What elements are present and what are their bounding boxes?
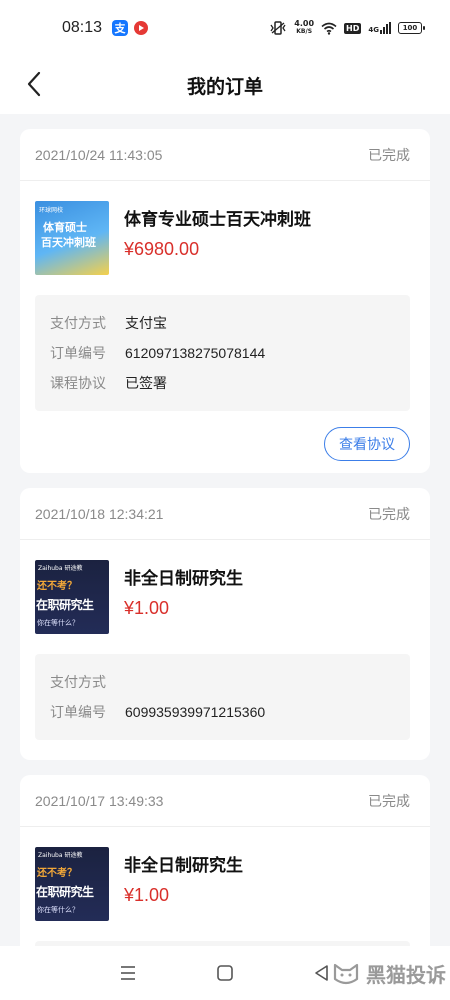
order-details: 支付方式 订单编号 609935939971215360 bbox=[35, 654, 410, 740]
watermark-text: 黑猫投诉 bbox=[366, 963, 446, 987]
back-button[interactable] bbox=[16, 66, 52, 102]
net-speed-unit: KB/S bbox=[296, 28, 313, 35]
order-list[interactable]: 2021/10/24 11:43:05 已完成 环球网校 体育硕士 百天冲刺班 … bbox=[0, 114, 450, 946]
thumbnail-title-line2: 百天冲刺班 bbox=[41, 236, 96, 249]
home-key[interactable] bbox=[213, 961, 237, 985]
detail-row: 订单编号 609935939971215360 bbox=[50, 697, 395, 727]
detail-value: 612097138275078144 bbox=[125, 345, 266, 361]
wifi-icon bbox=[321, 22, 337, 35]
detail-row: 支付方式 bbox=[50, 667, 395, 697]
order-status: 已完成 bbox=[368, 147, 410, 164]
thumbnail-title-line1: 体育硕士 bbox=[43, 221, 87, 234]
order-date: 2021/10/24 11:43:05 bbox=[35, 146, 163, 163]
product-name: 体育专业硕士百天冲刺班 bbox=[124, 210, 311, 230]
thumbnail-main-text: 在职研究生 bbox=[36, 885, 94, 899]
order-header: 2021/10/18 12:34:21 已完成 bbox=[20, 488, 430, 540]
thumbnail-sub-text: 你在等什么？ bbox=[37, 906, 79, 914]
vibrate-icon bbox=[270, 21, 286, 35]
thumbnail-logo: Zaihuba 研途教 bbox=[38, 565, 83, 572]
network-type: 4G bbox=[368, 26, 379, 34]
order-card[interactable]: 2021/10/24 11:43:05 已完成 环球网校 体育硕士 百天冲刺班 … bbox=[20, 129, 430, 473]
order-header: 2021/10/17 13:49:33 已完成 bbox=[20, 775, 430, 827]
order-actions: 查看协议 bbox=[35, 427, 410, 461]
nav-bar: 我的订单 bbox=[0, 56, 450, 114]
product-info: 非全日制研究生 ¥1.00 bbox=[124, 847, 243, 906]
product-row[interactable]: 环球网校 体育硕士 百天冲刺班 体育专业硕士百天冲刺班 ¥6980.00 bbox=[35, 201, 410, 275]
net-speed: 4.00 KB/S bbox=[294, 20, 314, 36]
status-time: 08:13 bbox=[62, 19, 103, 36]
alipay-icon: 支 bbox=[112, 20, 129, 36]
detail-label: 课程协议 bbox=[50, 376, 106, 392]
order-date: 2021/10/17 13:49:33 bbox=[35, 792, 164, 809]
detail-value: 609935939971215360 bbox=[125, 704, 266, 720]
watermark: 黑猫投诉 bbox=[332, 959, 446, 988]
product-info: 体育专业硕士百天冲刺班 ¥6980.00 bbox=[124, 201, 311, 260]
thumbnail-question: 还不考？ bbox=[37, 868, 77, 879]
thumbnail-logo: 环球网校 bbox=[39, 207, 64, 214]
course-thumbnail: Zaihuba 研途教 还不考？ 在职研究生 你在等什么？ bbox=[35, 847, 109, 921]
home-square-icon bbox=[217, 965, 233, 981]
notification-icons: 支 bbox=[112, 20, 149, 36]
battery-icon: 100 bbox=[398, 22, 425, 34]
detail-value: 已签署 bbox=[125, 375, 167, 391]
cellular-signal: 4G bbox=[368, 22, 391, 34]
order-card[interactable]: 2021/10/17 13:49:33 已完成 Zaihuba 研途教 还不考？… bbox=[20, 775, 430, 946]
product-row[interactable]: Zaihuba 研途教 还不考？ 在职研究生 你在等什么？ 非全日制研究生 ¥1… bbox=[35, 847, 410, 921]
record-icon bbox=[134, 21, 149, 35]
back-key[interactable] bbox=[310, 961, 334, 985]
detail-row: 课程协议 已签署 bbox=[50, 368, 395, 398]
course-thumbnail: Zaihuba 研途教 还不考？ 在职研究生 你在等什么？ bbox=[35, 560, 109, 634]
product-row[interactable]: Zaihuba 研途教 还不考？ 在职研究生 你在等什么？ 非全日制研究生 ¥1… bbox=[35, 560, 410, 634]
status-bar: 08:13 支 4.00 KB/S HD 4G 100 bbox=[0, 0, 450, 56]
detail-value: 支付宝 bbox=[125, 315, 167, 331]
order-body: 环球网校 体育硕士 百天冲刺班 体育专业硕士百天冲刺班 ¥6980.00 支付方… bbox=[20, 181, 430, 473]
signal-bars-icon bbox=[380, 22, 391, 34]
detail-label: 支付方式 bbox=[50, 316, 106, 332]
view-agreement-button[interactable]: 查看协议 bbox=[324, 427, 410, 461]
product-price: ¥6980.00 bbox=[124, 239, 200, 259]
menu-key[interactable] bbox=[116, 961, 140, 985]
detail-row: 订单编号 612097138275078144 bbox=[50, 338, 395, 368]
order-date: 2021/10/18 12:34:21 bbox=[35, 505, 164, 522]
cat-logo-icon bbox=[333, 963, 359, 984]
product-info: 非全日制研究生 ¥1.00 bbox=[124, 560, 243, 619]
detail-label: 订单编号 bbox=[50, 705, 106, 721]
hd-badge: HD bbox=[344, 22, 362, 34]
order-body: Zaihuba 研途教 还不考？ 在职研究生 你在等什么？ 非全日制研究生 ¥1… bbox=[20, 540, 430, 760]
order-header: 2021/10/24 11:43:05 已完成 bbox=[20, 129, 430, 181]
thumbnail-logo: Zaihuba 研途教 bbox=[38, 852, 83, 859]
status-indicators: 4.00 KB/S HD 4G 100 bbox=[269, 20, 425, 36]
order-card[interactable]: 2021/10/18 12:34:21 已完成 Zaihuba 研途教 还不考？… bbox=[20, 488, 430, 760]
thumbnail-question: 还不考？ bbox=[37, 581, 77, 592]
order-status: 已完成 bbox=[368, 793, 410, 810]
course-thumbnail: 环球网校 体育硕士 百天冲刺班 bbox=[35, 201, 109, 275]
detail-label: 支付方式 bbox=[50, 675, 106, 691]
detail-row: 支付方式 支付宝 bbox=[50, 308, 395, 338]
product-name: 非全日制研究生 bbox=[124, 569, 243, 589]
thumbnail-sub-text: 你在等什么？ bbox=[37, 619, 79, 627]
detail-label: 订单编号 bbox=[50, 346, 106, 362]
order-body: Zaihuba 研途教 还不考？ 在职研究生 你在等什么？ 非全日制研究生 ¥1… bbox=[20, 827, 430, 946]
menu-icon bbox=[121, 966, 136, 980]
product-price: ¥1.00 bbox=[124, 598, 170, 618]
product-price: ¥1.00 bbox=[124, 885, 170, 905]
order-status: 已完成 bbox=[368, 506, 410, 523]
triangle-back-icon bbox=[314, 965, 328, 981]
order-details: 支付方式 支付宝 订单编号 612097138275078144 课程协议 已签… bbox=[35, 295, 410, 411]
page-title: 我的订单 bbox=[186, 75, 263, 98]
product-name: 非全日制研究生 bbox=[124, 856, 243, 876]
chevron-left-icon bbox=[27, 71, 41, 97]
battery-level: 100 bbox=[402, 24, 418, 32]
thumbnail-main-text: 在职研究生 bbox=[36, 598, 94, 612]
net-speed-value: 4.00 bbox=[294, 19, 315, 28]
